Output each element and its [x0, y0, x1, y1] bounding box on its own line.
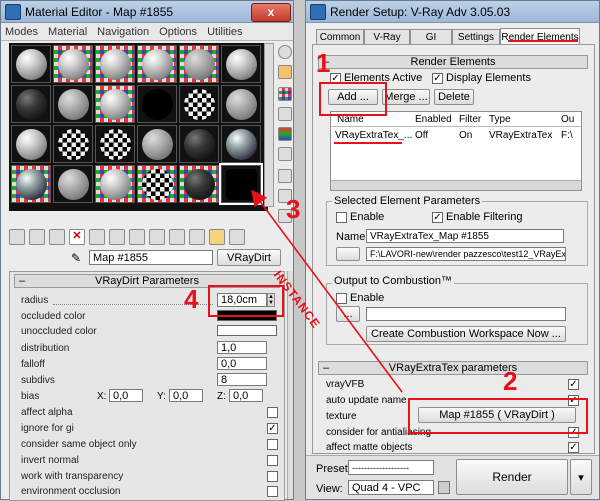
annotation-number-3: 3 — [286, 194, 301, 224]
annotation-number-1: 1 — [316, 48, 331, 78]
annotation-box-radius — [208, 285, 284, 317]
annotation-number-4: 4 — [184, 284, 199, 314]
annotation-box-add — [319, 82, 387, 116]
annotation-underline-tab — [508, 40, 578, 42]
annotation-number-2: 2 — [503, 366, 518, 396]
annotation-underline-row — [334, 142, 402, 144]
annotation-box-texture — [408, 398, 588, 434]
